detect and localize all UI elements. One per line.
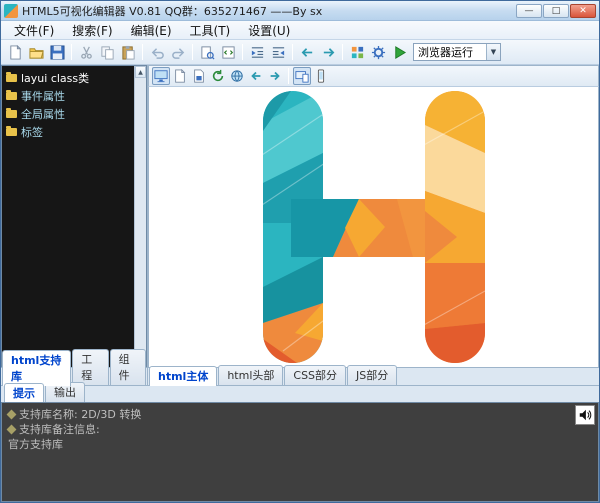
open-file-icon[interactable] xyxy=(26,42,46,62)
tab-html-head[interactable]: html头部 xyxy=(218,365,283,385)
left-panel: layui class类 事件属性 全局属性 标签 xyxy=(1,65,148,385)
folder-icon xyxy=(6,128,17,136)
main-area: layui class类 事件属性 全局属性 标签 xyxy=(1,65,599,385)
dropdown-arrow-icon[interactable]: ▼ xyxy=(486,44,500,60)
support-library-tree: layui class类 事件属性 全局属性 标签 xyxy=(2,66,134,367)
tab-html-body[interactable]: html主体 xyxy=(149,366,217,386)
design-canvas[interactable] xyxy=(148,87,599,367)
diamond-bullet-icon xyxy=(7,410,17,420)
folder-icon xyxy=(6,74,17,82)
output-panel: 支持库名称: 2D/3D 转换 支持库备注信息: 官方支持库 xyxy=(1,402,599,502)
output-line-text: 支持库备注信息: xyxy=(19,422,100,437)
run-icon[interactable] xyxy=(389,42,409,62)
menu-bar: 文件(F) 搜索(F) 编辑(E) 工具(T) 设置(U) xyxy=(1,21,599,40)
save-icon[interactable] xyxy=(47,42,67,62)
tree-item-layui-class[interactable]: layui class类 xyxy=(4,69,132,87)
redo-icon[interactable] xyxy=(168,42,188,62)
output-line: 支持库备注信息: xyxy=(8,422,592,437)
components-icon[interactable] xyxy=(347,42,367,62)
preview-page-icon[interactable] xyxy=(197,42,217,62)
maximize-button[interactable]: □ xyxy=(543,4,569,18)
paste-icon[interactable] xyxy=(118,42,138,62)
page-new-icon[interactable] xyxy=(171,67,189,85)
close-button[interactable]: ✕ xyxy=(570,4,596,18)
tree-item-label: 全局属性 xyxy=(21,106,65,122)
tree-scrollbar[interactable]: ▲ ▼ xyxy=(134,66,146,367)
tree-item-label: 标签 xyxy=(21,124,43,140)
output-line-text: 支持库名称: 2D/3D 转换 xyxy=(19,407,141,422)
tree-item-label: 事件属性 xyxy=(21,88,65,104)
bottom-tabs: 提示 输出 xyxy=(1,385,599,402)
copy-icon[interactable] xyxy=(97,42,117,62)
folder-icon xyxy=(6,110,17,118)
output-line-text: 官方支持库 xyxy=(8,437,63,452)
tab-project[interactable]: 工程 xyxy=(72,349,108,385)
tree-item-label: layui class类 xyxy=(21,70,89,86)
tab-js-part[interactable]: JS部分 xyxy=(347,365,397,385)
minimize-button[interactable]: — xyxy=(516,4,542,18)
app-window: HTML5可视化编辑器 V0.81 QQ群：635271467 ——By sx … xyxy=(0,0,600,503)
run-target-value: 浏览器运行 xyxy=(414,44,486,60)
window-title: HTML5可视化编辑器 V0.81 QQ群：635271467 ——By sx xyxy=(22,3,516,19)
scroll-up-icon[interactable]: ▲ xyxy=(135,66,146,78)
main-toolbar: 浏览器运行 ▼ xyxy=(1,40,599,65)
output-line: 官方支持库 xyxy=(8,437,592,452)
tree-item-event-attrs[interactable]: 事件属性 xyxy=(4,87,132,105)
cut-icon[interactable] xyxy=(76,42,96,62)
run-target-dropdown[interactable]: 浏览器运行 ▼ xyxy=(413,43,501,61)
title-bar: HTML5可视化编辑器 V0.81 QQ群：635271467 ——By sx … xyxy=(1,1,599,21)
menu-tools[interactable]: 工具(T) xyxy=(181,21,240,40)
page-save-icon[interactable] xyxy=(190,67,208,85)
app-icon xyxy=(4,4,18,18)
indent-decrease-icon[interactable] xyxy=(247,42,267,62)
undo-icon[interactable] xyxy=(147,42,167,62)
nav-forward-icon[interactable] xyxy=(266,67,284,85)
insert-right-icon[interactable] xyxy=(318,42,338,62)
diamond-bullet-icon xyxy=(7,425,17,435)
menu-settings[interactable]: 设置(U) xyxy=(239,21,299,40)
indent-increase-icon[interactable] xyxy=(268,42,288,62)
tab-hints[interactable]: 提示 xyxy=(4,383,44,403)
editor-tabs: html主体 html头部 CSS部分 JS部分 xyxy=(148,367,599,385)
tab-css-part[interactable]: CSS部分 xyxy=(284,365,346,385)
tab-html-support-lib[interactable]: html支持库 xyxy=(2,350,71,386)
device-preview-icon[interactable] xyxy=(293,67,311,85)
nav-back-icon[interactable] xyxy=(247,67,265,85)
speaker-icon[interactable] xyxy=(575,405,595,425)
mobile-preview-icon[interactable] xyxy=(312,67,330,85)
menu-search[interactable]: 搜索(F) xyxy=(63,21,121,40)
new-file-icon[interactable] xyxy=(5,42,25,62)
compile-icon[interactable] xyxy=(368,42,388,62)
tab-components[interactable]: 组件 xyxy=(110,349,146,385)
canvas-toolbar xyxy=(148,65,599,87)
refresh-icon[interactable] xyxy=(209,67,227,85)
folder-icon xyxy=(6,92,17,100)
h-logo xyxy=(263,91,485,363)
tree-item-global-attrs[interactable]: 全局属性 xyxy=(4,105,132,123)
output-line: 支持库名称: 2D/3D 转换 xyxy=(8,407,592,422)
screen-icon[interactable] xyxy=(152,67,170,85)
tree-item-tags[interactable]: 标签 xyxy=(4,123,132,141)
right-panel: html主体 html头部 CSS部分 JS部分 xyxy=(148,65,599,385)
browser-globe-icon[interactable] xyxy=(228,67,246,85)
insert-left-icon[interactable] xyxy=(297,42,317,62)
menu-file[interactable]: 文件(F) xyxy=(5,21,63,40)
code-view-icon[interactable] xyxy=(218,42,238,62)
menu-edit[interactable]: 编辑(E) xyxy=(122,21,181,40)
